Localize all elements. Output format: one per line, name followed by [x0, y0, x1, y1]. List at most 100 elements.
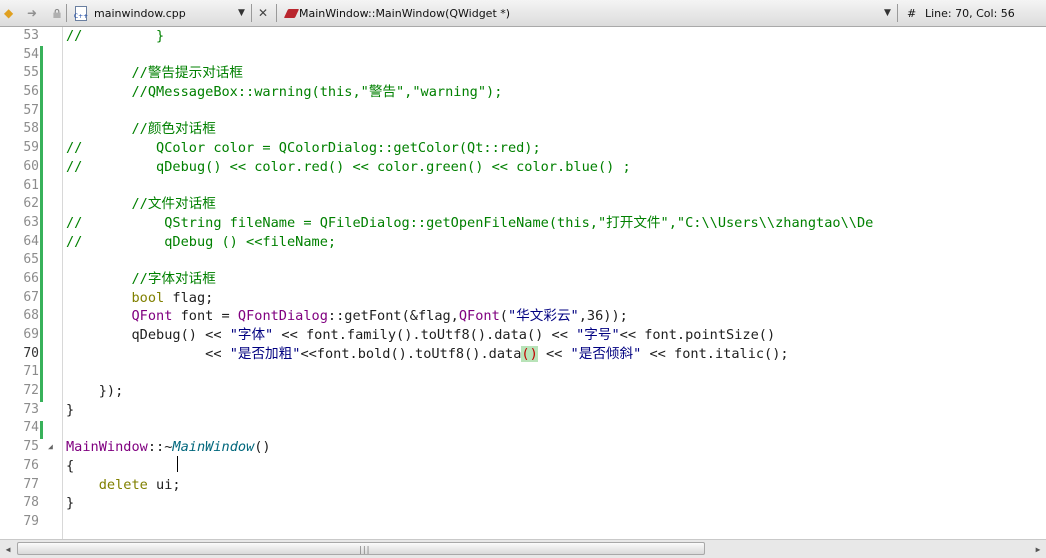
code-token: //QMessageBox::warning(this,"警告","warnin…	[66, 84, 503, 101]
code-text: //颜色对话框	[66, 120, 215, 139]
code-line[interactable]: 72 });	[0, 382, 1046, 401]
code-line[interactable]: 78}	[0, 494, 1046, 513]
code-line[interactable]: 54	[0, 46, 1046, 65]
line-number: 77	[23, 476, 39, 492]
scroll-right-arrow-icon[interactable]: ▶	[1030, 540, 1046, 558]
code-text: }	[66, 401, 74, 420]
file-icon-label: C++	[73, 12, 89, 20]
scroll-left-arrow-icon[interactable]: ◀	[0, 540, 16, 558]
code-line[interactable]: 60 // qDebug() << color.red() << color.gr…	[0, 158, 1046, 177]
code-line[interactable]: 74	[0, 419, 1046, 438]
code-text: << "是否加粗"<<font.bold().toUtf8().data() <…	[66, 345, 789, 364]
code-token: ()	[254, 439, 271, 456]
code-line[interactable]: 69 qDebug() << "字体" << font.family().toU…	[0, 326, 1046, 345]
code-line[interactable]: 56 //QMessageBox::warning(this,"警告","war…	[0, 83, 1046, 102]
line-number: 65	[23, 252, 39, 268]
code-text: //文件对话框	[66, 195, 215, 214]
code-line[interactable]: 62 //文件对话框	[0, 195, 1046, 214]
line-number: 57	[23, 102, 39, 118]
code-text: // qDebug() << color.red() << color.gree…	[66, 158, 631, 177]
line-number: 62	[23, 196, 39, 212]
code-text: bool flag;	[66, 289, 213, 308]
forward-arrow-icon[interactable]: ➜	[27, 6, 37, 20]
code-line[interactable]: 73}	[0, 401, 1046, 420]
line-number: 70	[23, 345, 39, 361]
line-number: 61	[23, 177, 39, 193]
code-token: ui;	[147, 476, 181, 493]
code-token: MainWindow	[66, 439, 148, 456]
code-token: "字号"	[576, 327, 620, 343]
code-line[interactable]: 65	[0, 251, 1046, 270]
code-line[interactable]: 75 ◢ MainWindow::~MainWindow()	[0, 438, 1046, 457]
code-token: // }	[66, 28, 165, 44]
line-number: 68	[23, 308, 39, 324]
code-text: delete ui;	[66, 476, 181, 495]
code-line[interactable]: 66 //字体对话框	[0, 270, 1046, 289]
toolbar-separator	[66, 4, 67, 22]
symbol-dropdown-arrow-icon[interactable]: ▼	[884, 8, 891, 18]
code-line[interactable]: 61	[0, 177, 1046, 196]
code-text: MainWindow::~MainWindow()	[66, 438, 271, 457]
code-line[interactable]: 64 // qDebug () <<fileName;	[0, 233, 1046, 252]
code-token: // QColor color = QColorDialog::getColor…	[66, 140, 541, 157]
horizontal-scrollbar[interactable]: ◀ ||| ▶	[0, 539, 1046, 558]
code-token: "华文彩云"	[507, 308, 579, 325]
line-number: 60	[23, 158, 39, 174]
code-token: ,36));	[578, 308, 628, 325]
fold-arrow-icon[interactable]: ◢	[48, 438, 53, 457]
code-token: // QString fileName = QFileDialog::getOp…	[66, 214, 874, 231]
code-text: //字体对话框	[66, 270, 215, 289]
code-line[interactable]: 79	[0, 513, 1046, 532]
code-text: // QColor color = QColorDialog::getColor…	[66, 139, 541, 158]
code-line[interactable]: 53 // }	[0, 27, 1046, 46]
back-arrow-icon[interactable]: ◆	[4, 6, 13, 20]
cursor-position-status[interactable]: Line: 70, Col: 56	[925, 7, 1015, 20]
line-number: 59	[23, 140, 39, 156]
symbol-name: MainWindow::MainWindow(QWidget *)	[299, 6, 511, 20]
code-line[interactable]: 67 bool flag;	[0, 289, 1046, 308]
code-line[interactable]: 59 // QColor color = QColorDialog::getCol…	[0, 139, 1046, 158]
code-token: QFontDialog	[237, 308, 328, 325]
horizontal-scroll-thumb[interactable]: |||	[17, 542, 705, 555]
cpp-file-icon: C++	[73, 5, 89, 21]
line-number: 69	[23, 327, 39, 342]
code-token: QFont	[458, 308, 500, 325]
code-line[interactable]: 57	[0, 102, 1046, 121]
code-line[interactable]: 55 //警告提示对话框	[0, 64, 1046, 83]
code-token: << font.family().toUtf8().data() <<	[273, 327, 577, 343]
code-editor[interactable]: 53 // }54 55 //警告提示对话框 56 //QMessageBox::wa…	[0, 27, 1046, 539]
line-number: 75	[23, 439, 39, 455]
file-dropdown-arrow-icon[interactable]: ▼	[238, 8, 245, 18]
code-token: qDebug() <<	[66, 327, 230, 343]
code-line[interactable]: 58 //颜色对话框	[0, 120, 1046, 139]
code-token: }	[66, 495, 75, 512]
lock-icon	[53, 8, 61, 18]
code-line[interactable]: 68 QFont font = QFontDialog::getFont(&fl…	[0, 307, 1046, 326]
line-number: 73	[23, 401, 39, 417]
code-token: <<font.bold().toUtf8().data	[300, 345, 522, 362]
toolbar-separator	[251, 4, 252, 22]
code-text: });	[66, 382, 124, 401]
class-member-icon	[283, 8, 300, 18]
code-token: //警告提示对话框	[66, 65, 243, 82]
close-document-icon[interactable]: ✕	[258, 6, 268, 20]
line-number: 71	[23, 364, 39, 380]
line-number: 78	[23, 495, 39, 511]
code-line[interactable]: 70 << "是否加粗"<<font.bold().toUtf8().data(…	[0, 345, 1046, 364]
code-text: {	[66, 457, 74, 476]
code-text: // qDebug () <<fileName;	[66, 233, 336, 252]
editor-toolbar: ◆ ➜ C++ mainwindow.cpp ▼ ✕ MainWindow::M…	[0, 0, 1046, 27]
code-line[interactable]: 76 {	[0, 457, 1046, 476]
code-token: <<	[537, 345, 571, 362]
code-line[interactable]: 71	[0, 363, 1046, 382]
line-number: 63	[23, 214, 39, 230]
line-number: 53	[23, 28, 39, 43]
code-line[interactable]: 77 delete ui;	[0, 476, 1046, 495]
symbol-selector[interactable]: MainWindow::MainWindow(QWidget *)	[299, 0, 510, 26]
code-token: "字体"	[229, 327, 274, 343]
code-line[interactable]: 63 // QString fileName = QFileDialog::get…	[0, 214, 1046, 233]
file-selector[interactable]: mainwindow.cpp	[94, 0, 186, 26]
